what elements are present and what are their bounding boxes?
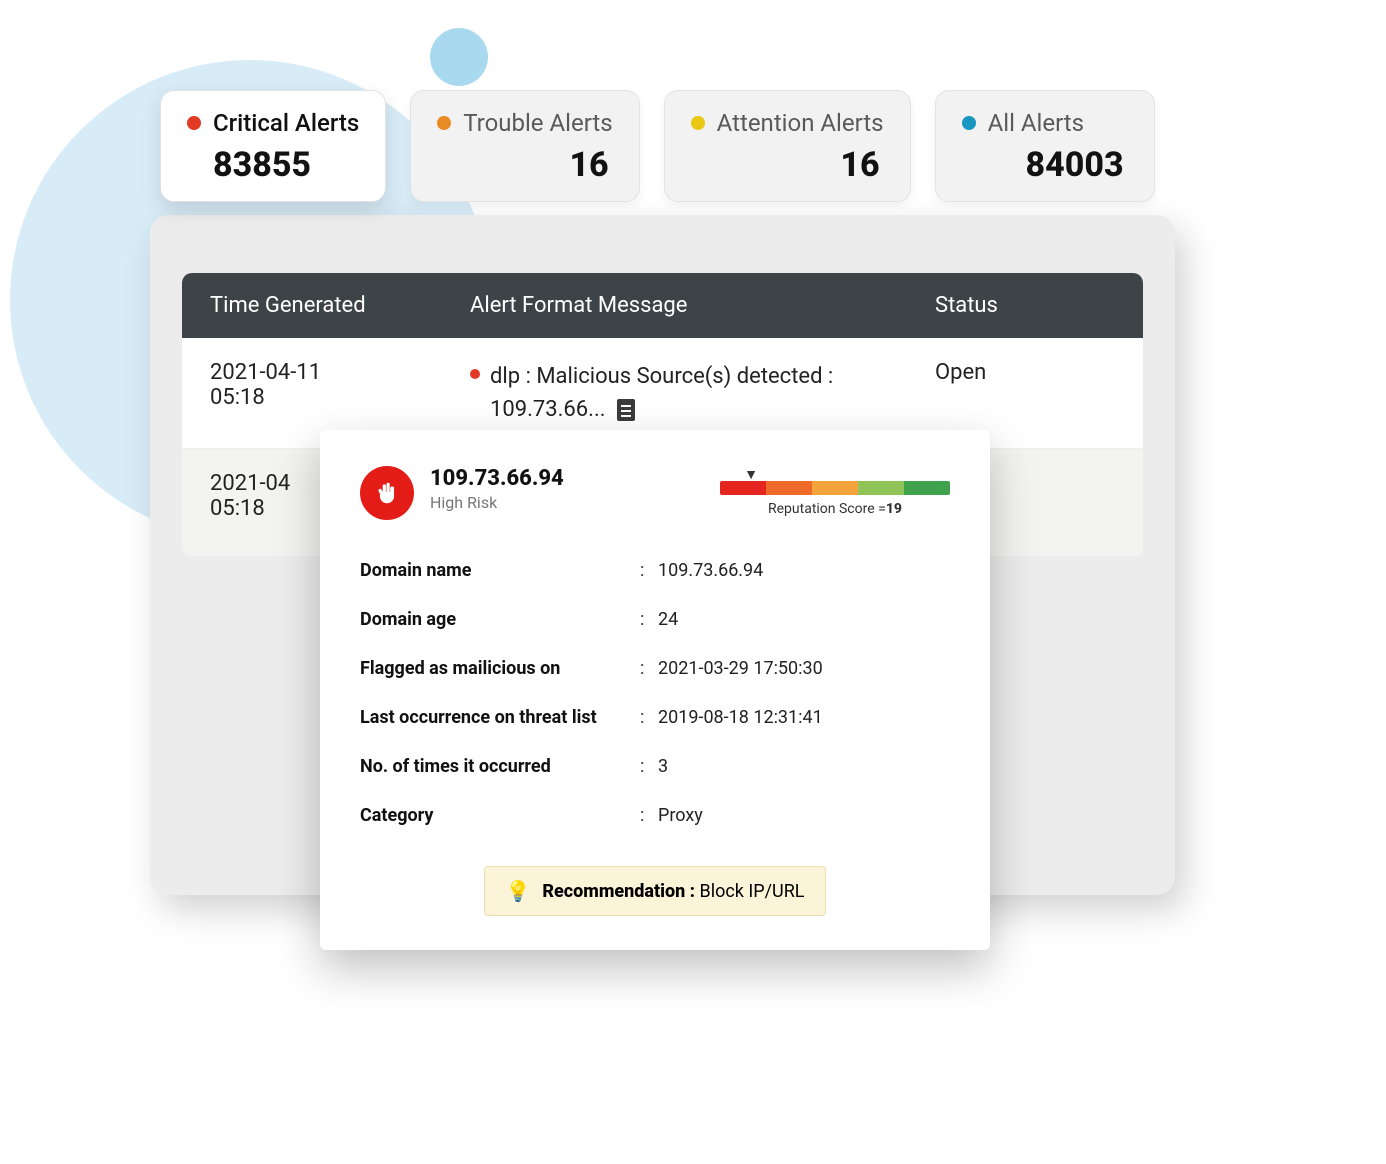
recommendation-banner: 💡 Recommendation : Block IP/URL: [484, 866, 825, 916]
recommendation-label: Recommendation :: [542, 881, 695, 902]
detail-value: 3: [658, 756, 950, 777]
detail-row: Domain age : 24: [360, 595, 950, 644]
lightbulb-icon: 💡: [505, 879, 530, 903]
reputation-bar: [720, 481, 950, 495]
col-status: Status: [935, 293, 1115, 318]
tab-label: Attention Alerts: [717, 109, 884, 137]
detail-row: Domain name : 109.73.66.94: [360, 546, 950, 595]
dot-icon: [187, 116, 201, 130]
detail-row: Category : Proxy: [360, 791, 950, 840]
detail-value: Proxy: [658, 805, 950, 826]
cell-time: 2021-04-11 05:18: [210, 360, 470, 410]
detail-key: No. of times it occurred: [360, 756, 640, 777]
col-time: Time Generated: [210, 293, 470, 318]
tab-all-alerts[interactable]: All Alerts 84003: [935, 90, 1155, 202]
detail-key: Domain age: [360, 609, 640, 630]
detail-key: Domain name: [360, 560, 640, 581]
decorative-circle-small: [430, 28, 488, 86]
tab-attention-alerts[interactable]: Attention Alerts 16: [664, 90, 911, 202]
tab-trouble-alerts[interactable]: Trouble Alerts 16: [410, 90, 639, 202]
table-header: Time Generated Alert Format Message Stat…: [182, 273, 1143, 338]
detail-value: 2019-08-18 12:31:41: [658, 707, 950, 728]
tab-count: 83855: [187, 145, 359, 185]
cell-message: dlp : Malicious Source(s) detected : 109…: [470, 360, 935, 426]
detail-row: Flagged as mailicious on : 2021-03-29 17…: [360, 644, 950, 693]
risk-level: High Risk: [430, 493, 564, 512]
cell-status: Open: [935, 360, 1115, 385]
tab-count: 16: [691, 145, 884, 185]
severity-dot-icon: [470, 369, 480, 379]
detail-key: Last occurrence on threat list: [360, 707, 640, 728]
detail-row: Last occurrence on threat list : 2019-08…: [360, 693, 950, 742]
detail-value: 109.73.66.94: [658, 560, 950, 581]
reputation-label: Reputation Score =19: [720, 501, 950, 517]
stop-hand-icon: [360, 466, 414, 520]
tab-label: Trouble Alerts: [463, 109, 612, 137]
document-icon[interactable]: [617, 399, 635, 421]
tab-count: 84003: [962, 145, 1128, 185]
message-text: dlp : Malicious Source(s) detected : 109…: [490, 364, 833, 422]
threat-detail-card: 109.73.66.94 High Risk ▼ Reputation Scor…: [320, 430, 990, 950]
detail-key: Category: [360, 805, 640, 826]
detail-value: 2021-03-29 17:50:30: [658, 658, 950, 679]
recommendation-value: Block IP/URL: [699, 881, 804, 902]
detail-key: Flagged as mailicious on: [360, 658, 640, 679]
dot-icon: [437, 116, 451, 130]
reputation-score: ▼ Reputation Score =19: [720, 466, 950, 517]
threat-ip: 109.73.66.94: [430, 466, 564, 491]
dot-icon: [691, 116, 705, 130]
threat-details: Domain name : 109.73.66.94 Domain age : …: [360, 546, 950, 840]
detail-value: 24: [658, 609, 950, 630]
tab-label: Critical Alerts: [213, 109, 359, 137]
tab-critical-alerts[interactable]: Critical Alerts 83855: [160, 90, 386, 202]
tab-count: 16: [437, 145, 612, 185]
dot-icon: [962, 116, 976, 130]
tab-label: All Alerts: [988, 109, 1084, 137]
marker-icon: ▼: [636, 466, 866, 483]
detail-row: No. of times it occurred : 3: [360, 742, 950, 791]
alert-tabs: Critical Alerts 83855 Trouble Alerts 16 …: [160, 90, 1155, 202]
col-message: Alert Format Message: [470, 293, 935, 318]
